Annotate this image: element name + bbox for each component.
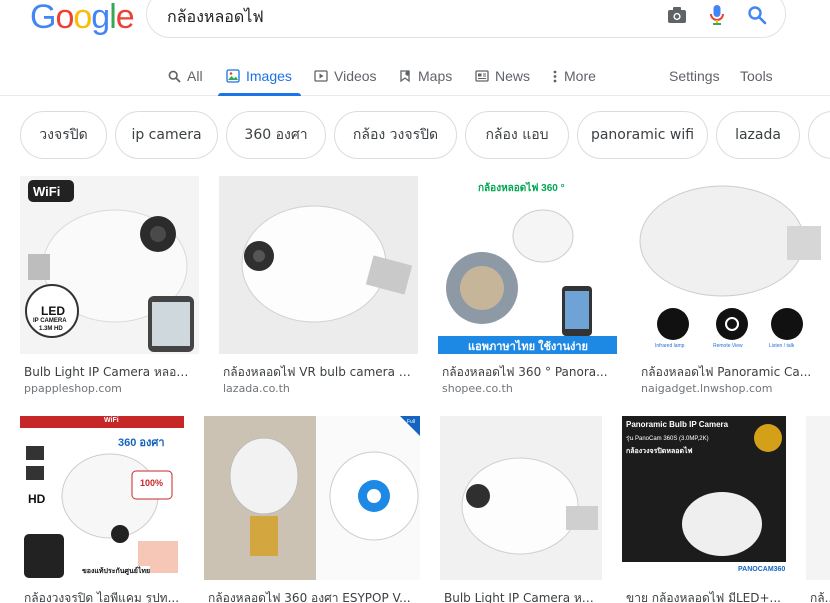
result-caption[interactable]: กล้องหลอดไฟ Panoramic Ca... (641, 363, 813, 382)
wifi-badge-text: WiFi (33, 184, 61, 199)
tab-images[interactable]: Images (218, 58, 301, 96)
result-thumbnail[interactable] (219, 176, 418, 354)
tools-link[interactable]: Tools (740, 58, 773, 94)
result-source[interactable]: lazada.co.th (223, 382, 290, 395)
result-caption[interactable]: กล้องหลอดไฟ VR bulb camera 3... (223, 363, 415, 382)
tab-label: All (187, 68, 203, 84)
feature-label: Remote View (713, 343, 743, 349)
tab-maps[interactable]: Maps (398, 58, 452, 94)
result-caption[interactable]: กล้องหลอดไฟ 360 องศา ESYPOP V... (208, 589, 418, 603)
mic-icon[interactable] (705, 3, 729, 27)
tab-news[interactable]: News (475, 58, 530, 94)
result-caption[interactable]: กล้องวงจรปิด ไอพีแคม รูปท... (24, 589, 184, 603)
result-thumbnail[interactable]: Full (204, 416, 420, 580)
promo-sub: กล้องวงจรปิดหลอดไฟ (626, 448, 693, 455)
result-thumbnail[interactable]: WiFi 360 องศา HD 100% ของแท้ประกันศูนย์ไ… (20, 416, 184, 580)
promo-title: กล้องหลอดไฟ 360 ° (478, 183, 565, 194)
chip[interactable]: panoramic wifi (577, 111, 708, 159)
result-source[interactable]: shopee.co.th (442, 382, 513, 395)
ipcam-text: IP CAMERA (33, 318, 67, 324)
promo-text: ของแท้ประกันศูนย์ไทย (82, 566, 151, 577)
tab-label: News (495, 68, 531, 84)
chip-more-overflow[interactable] (808, 111, 830, 159)
promo-text: 100% (140, 478, 164, 488)
chip[interactable]: วงจรปิด (20, 111, 107, 159)
result-thumbnail[interactable]: กล้องหลอดไฟ 360 ° แอพภาษาไทย ใช้งานง่าย (438, 176, 617, 354)
chip[interactable]: ip camera (115, 111, 218, 159)
result-thumbnail[interactable]: WiFi LED IP CAMERA 1.3M HD (20, 176, 199, 354)
promo-text: HD (28, 492, 46, 506)
result-caption[interactable]: กล้องหลอดไฟ 360 ° Panora... (442, 363, 614, 382)
tab-more[interactable]: More (552, 58, 596, 94)
tab-label: More (564, 68, 596, 84)
promo-title: Panoramic Bulb IP Camera (626, 420, 729, 429)
result-thumbnail[interactable]: Panoramic Bulb IP Camera รุ่น PanoCam 36… (622, 416, 786, 580)
promo-model: รุ่น PanoCam 360S (3.0MP,2K) (626, 436, 709, 442)
map-pin-icon (398, 69, 412, 83)
google-images-page: Google กล้องหลอดไฟ All Images Videos Map… (0, 0, 830, 603)
promo-banner: แอพภาษาไทย ใช้งานง่าย (468, 341, 588, 353)
chip[interactable]: 360 องศา (226, 111, 326, 159)
result-source[interactable]: ppappleshop.com (24, 382, 122, 395)
chip[interactable]: กล้อง แอบ (465, 111, 569, 159)
result-thumbnail[interactable] (806, 416, 830, 580)
tab-label: Videos (334, 68, 377, 84)
result-source[interactable]: naigadget.lnwshop.com (641, 382, 772, 395)
chip[interactable]: กล้อง วงจรปิด (334, 111, 457, 159)
news-icon (475, 69, 489, 83)
result-caption[interactable]: Bulb Light IP Camera หลอดไ... (24, 363, 196, 382)
promo-text: 360 องศา (118, 437, 165, 449)
image-icon (226, 69, 240, 83)
feature-label: Listen / talk (769, 343, 795, 349)
camera-icon[interactable] (665, 3, 689, 27)
hd-text: 1.3M HD (39, 326, 63, 332)
corner-badge: Full (407, 419, 416, 425)
result-caption[interactable]: Bulb Light IP Camera หล... (444, 589, 600, 603)
tab-label: Maps (418, 68, 453, 84)
settings-link[interactable]: Settings (669, 58, 720, 94)
promo-text: WiFi (104, 417, 119, 424)
result-thumbnail[interactable]: Infrared lamp Remote View Listen / talk (637, 176, 821, 354)
search-icon[interactable] (745, 3, 769, 27)
tab-videos[interactable]: Videos (314, 58, 377, 94)
search-tabs: All Images Videos Maps News More Setting… (0, 58, 830, 96)
search-icon (167, 69, 181, 83)
google-logo[interactable]: Google (30, 0, 135, 37)
led-text: LED (41, 304, 65, 318)
video-icon (314, 69, 328, 83)
result-caption[interactable]: ขาย กล้องหลอดไฟ มีLED+... (626, 589, 786, 603)
result-thumbnail[interactable] (440, 416, 602, 580)
brand-logo: PANOCAM360 (738, 566, 786, 573)
tab-all[interactable]: All (167, 58, 203, 94)
search-box[interactable]: กล้องหลอดไฟ (146, 0, 786, 38)
result-caption[interactable]: กล้... (810, 589, 830, 603)
search-input[interactable]: กล้องหลอดไฟ (167, 5, 264, 30)
tab-label: Images (246, 68, 292, 84)
feature-label: Infrared lamp (655, 343, 685, 349)
more-vert-icon (552, 69, 558, 83)
chip[interactable]: lazada (716, 111, 800, 159)
